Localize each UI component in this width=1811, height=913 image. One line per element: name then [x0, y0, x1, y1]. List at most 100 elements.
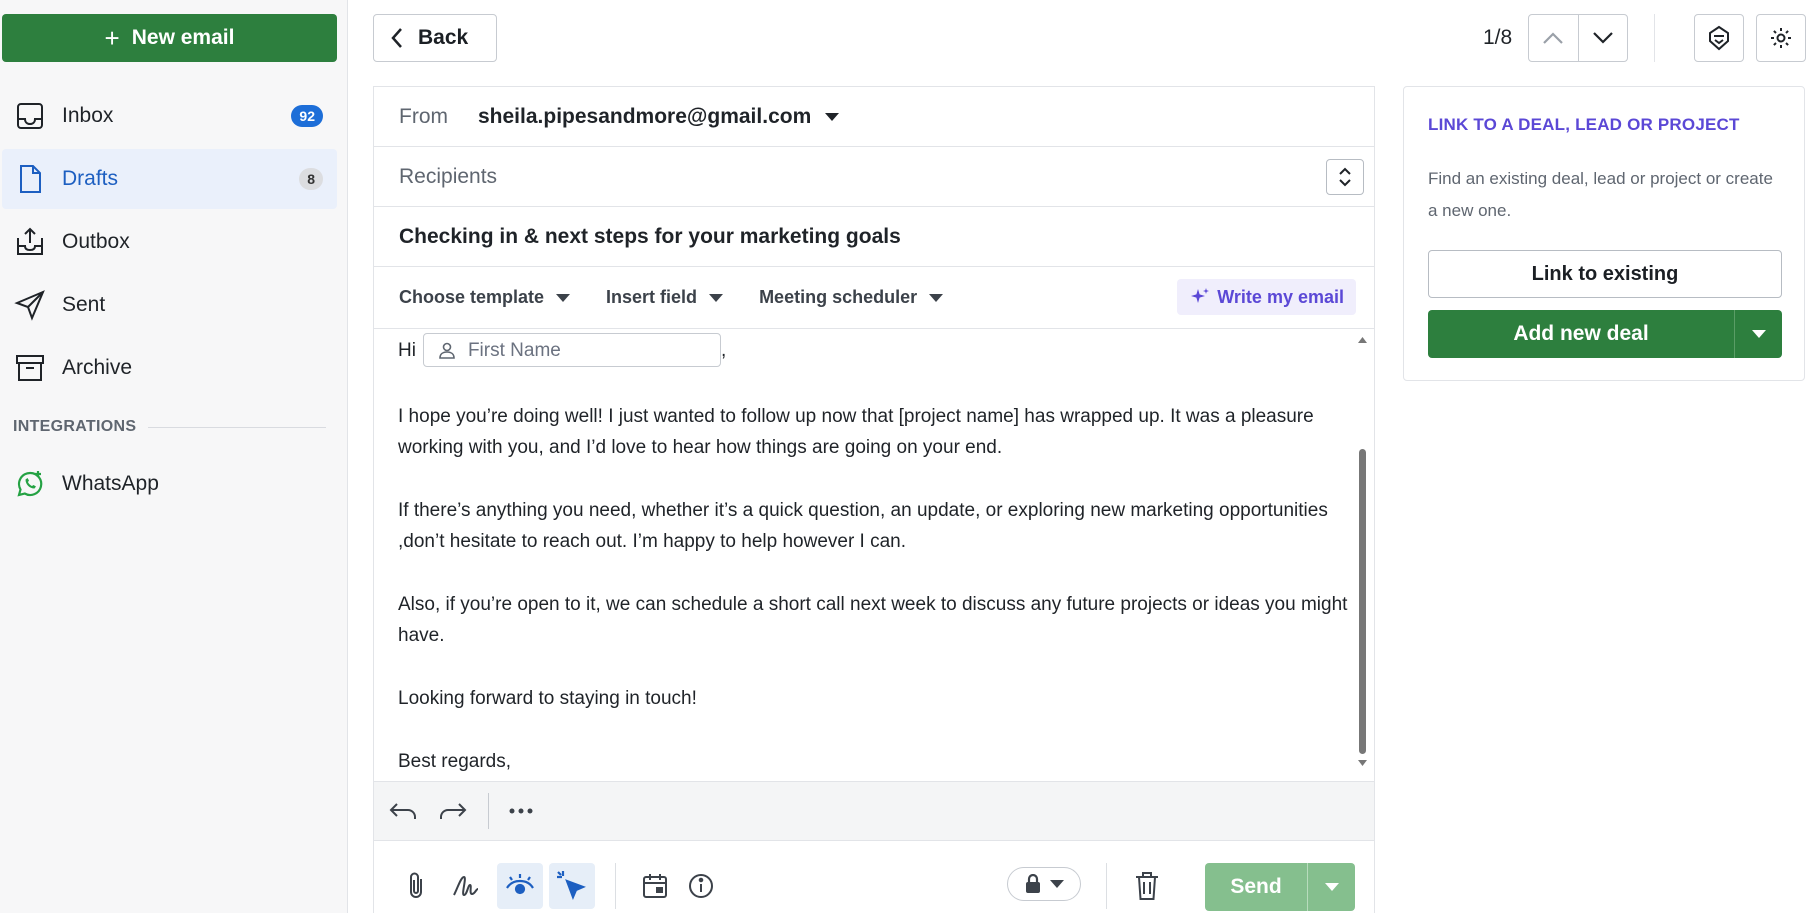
- link-deal-panel: LINK TO A DEAL, LEAD OR PROJECT Find an …: [1403, 86, 1805, 381]
- sidebar-item-archive[interactable]: Archive: [2, 338, 337, 398]
- choose-template-dropdown[interactable]: Choose template: [399, 287, 571, 308]
- sidebar-item-sent[interactable]: Sent: [2, 275, 337, 335]
- sidebar-item-label: Outbox: [62, 230, 130, 253]
- sidebar-item-label: Sent: [62, 293, 106, 316]
- calendar-icon: [643, 874, 667, 898]
- recipients-row[interactable]: Recipients: [374, 147, 1374, 207]
- sidebar-item-inbox[interactable]: Inbox 92: [2, 86, 337, 146]
- cursor-click-icon: [557, 871, 586, 900]
- drafts-count-badge: 8: [299, 168, 323, 190]
- inbox-icon: [17, 103, 43, 129]
- caret-down-icon: [709, 293, 724, 302]
- from-label: From: [399, 104, 448, 128]
- plus-icon: +: [104, 23, 120, 53]
- signature-button[interactable]: [445, 863, 491, 909]
- undo-icon[interactable]: [388, 800, 418, 822]
- toolbar-divider: [1654, 14, 1655, 62]
- greeting-comma: ,: [720, 339, 727, 361]
- body-paragraph: If there’s anything you need, whether it…: [398, 500, 1328, 552]
- lock-icon: [1026, 874, 1040, 893]
- insert-field-dropdown[interactable]: Insert field: [606, 287, 724, 308]
- meeting-scheduler-dropdown[interactable]: Meeting scheduler: [759, 287, 944, 308]
- email-body-editor[interactable]: Hi First Name , I hope you’re doing well…: [374, 331, 1374, 781]
- send-button-group: Send: [1205, 863, 1355, 911]
- link-deal-description: Find an existing deal, lead or project o…: [1428, 169, 1773, 220]
- info-icon: [689, 874, 713, 898]
- first-name-merge-field[interactable]: First Name: [422, 333, 721, 367]
- archive-box-icon: [16, 355, 44, 381]
- body-paragraph: Looking forward to staying in touch!: [398, 688, 697, 709]
- expand-recipients-button[interactable]: [1326, 159, 1364, 195]
- track-opens-toggle[interactable]: [497, 863, 543, 909]
- body-paragraph: Best regards,: [398, 751, 511, 772]
- send-button[interactable]: Send: [1205, 863, 1307, 911]
- scroll-down-arrow-icon[interactable]: [1358, 760, 1367, 766]
- paperclip-icon: [410, 872, 422, 898]
- new-email-label: New email: [131, 26, 235, 49]
- sidebar-item-outbox[interactable]: Outbox: [2, 212, 337, 272]
- composer-actions-bar: Send: [374, 841, 1374, 913]
- more-options-icon[interactable]: [509, 808, 533, 814]
- message-navigation: [1528, 14, 1628, 62]
- scroll-up-arrow-icon[interactable]: [1358, 337, 1367, 343]
- caret-down-icon: [556, 293, 571, 302]
- email-composer: From sheila.pipesandmore@gmail.com Recip…: [373, 86, 1375, 913]
- whatsapp-icon: [17, 471, 43, 497]
- sidebar-item-whatsapp[interactable]: WhatsApp: [2, 454, 337, 514]
- next-message-button[interactable]: [1579, 15, 1628, 61]
- write-my-email-label: Write my email: [1217, 286, 1344, 307]
- caret-down-icon: [1324, 883, 1339, 891]
- choose-template-label: Choose template: [399, 287, 545, 307]
- body-scrollbar[interactable]: [1357, 335, 1367, 781]
- subject-row[interactable]: Checking in & next steps for your market…: [374, 207, 1374, 267]
- send-options-button[interactable]: [1307, 863, 1355, 911]
- meeting-scheduler-label: Meeting scheduler: [759, 287, 918, 307]
- add-new-deal-button[interactable]: Add new deal: [1428, 310, 1734, 358]
- caret-down-icon: [1050, 880, 1064, 888]
- signature-icon: [453, 875, 479, 897]
- greeting-line: Hi First Name ,: [398, 333, 1350, 367]
- sidebar-item-label: Archive: [62, 356, 133, 379]
- add-new-deal-button-group: Add new deal: [1428, 310, 1782, 358]
- outbox-icon: [17, 227, 43, 255]
- send-plane-icon: [14, 290, 45, 321]
- eye-tracking-icon: [506, 874, 534, 895]
- sidebar-item-label: WhatsApp: [62, 472, 159, 495]
- inbox-count-badge: 92: [291, 105, 323, 127]
- caret-down-icon: [929, 293, 944, 302]
- greeting-text: Hi: [398, 339, 416, 361]
- ai-assistant-button[interactable]: [1694, 14, 1744, 62]
- chevron-up-icon: [1543, 32, 1564, 44]
- previous-message-button[interactable]: [1529, 15, 1579, 61]
- settings-button[interactable]: [1756, 14, 1806, 62]
- schedule-send-button[interactable]: [632, 863, 678, 909]
- edit-history-bar: [374, 781, 1374, 841]
- trash-icon: [1136, 872, 1158, 900]
- privacy-dropdown[interactable]: [1007, 867, 1081, 901]
- body-paragraph: Also, if you’re open to it, we can sched…: [398, 594, 1348, 646]
- add-deal-options-button[interactable]: [1734, 310, 1782, 358]
- attach-file-button[interactable]: [393, 863, 439, 909]
- link-to-existing-button[interactable]: Link to existing: [1428, 250, 1782, 298]
- scrollbar-thumb[interactable]: [1359, 449, 1366, 754]
- recipients-input[interactable]: Recipients: [399, 165, 497, 189]
- subject-input[interactable]: Checking in & next steps for your market…: [399, 225, 901, 249]
- track-clicks-toggle[interactable]: [549, 863, 595, 909]
- email-app: + New email Inbox 92 Drafts 8 Outbox Sen…: [0, 0, 1811, 913]
- composer-toolbar: Choose template Insert field Meeting sch…: [374, 267, 1374, 329]
- new-email-button[interactable]: + New email: [2, 14, 337, 62]
- back-button[interactable]: Back: [373, 14, 497, 62]
- sparkle-icon: [1191, 288, 1210, 303]
- delete-draft-button[interactable]: [1124, 863, 1170, 909]
- draft-document-icon: [20, 165, 41, 193]
- expand-vertical-icon: [1339, 167, 1351, 187]
- integrations-heading: INTEGRATIONS: [13, 418, 137, 435]
- redo-icon[interactable]: [438, 800, 468, 822]
- from-address-select[interactable]: sheila.pipesandmore@gmail.com: [478, 105, 811, 129]
- caret-down-icon[interactable]: [825, 112, 840, 121]
- info-button[interactable]: [678, 863, 724, 909]
- sidebar-item-drafts[interactable]: Drafts 8: [2, 149, 337, 209]
- actions-divider: [1106, 863, 1107, 909]
- sidebar-item-label: Drafts: [62, 167, 119, 190]
- write-my-email-button[interactable]: Write my email: [1177, 279, 1356, 315]
